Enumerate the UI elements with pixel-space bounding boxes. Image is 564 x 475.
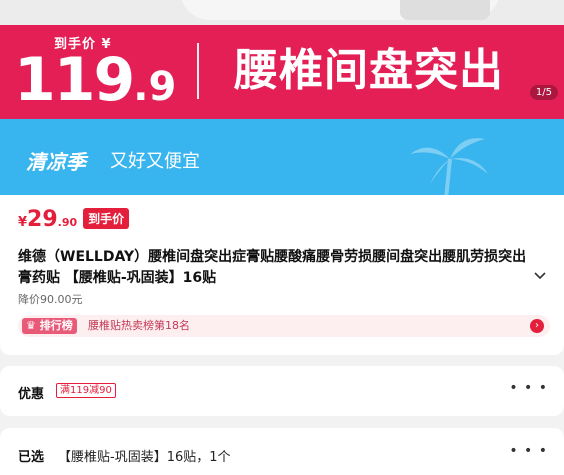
price-tag: 到手价 xyxy=(83,208,130,229)
hero-price: 119.9 xyxy=(14,49,176,118)
coupon-badge: 满119减90 xyxy=(56,383,116,398)
image-pager: 1/5 xyxy=(529,85,558,100)
price-currency: ¥ xyxy=(18,215,28,230)
product-image-top xyxy=(0,0,564,25)
trophy-icon: ♛ xyxy=(26,319,36,332)
more-icon[interactable]: • • • xyxy=(509,443,548,459)
chevron-right-icon[interactable]: › xyxy=(530,319,544,333)
selected-label: 已选 xyxy=(18,450,45,465)
product-image-hero[interactable]: 到手价 ¥ 119.9 腰椎间盘突出 1/5 xyxy=(0,25,564,119)
ranking-badge: ♛ 排行榜 xyxy=(22,318,77,334)
chevron-down-icon[interactable] xyxy=(534,269,546,284)
ranking-badge-label: 排行榜 xyxy=(39,319,73,332)
ranking-bar[interactable]: ♛ 排行榜 腰椎贴热卖榜第18名 › xyxy=(18,315,550,337)
price-decimal: .90 xyxy=(57,216,78,229)
price-integer: 29 xyxy=(27,207,58,232)
discount-label: 优惠 xyxy=(18,387,45,402)
product-info-card: ¥ 29 .90 到手价 维德（WELLDAY）腰椎间盘突出症膏贴腰酸痛腰骨劳损… xyxy=(0,195,564,355)
discount-row[interactable]: 优惠 满119减90 • • • xyxy=(0,366,564,416)
product-image-shape xyxy=(400,0,490,20)
product-title: 维德（WELLDAY）腰椎间盘突出症膏贴腰酸痛腰骨劳损腰间盘突出腰肌劳损突出膏药… xyxy=(18,249,527,286)
hero-price-main: 119 xyxy=(14,45,135,115)
palm-tree-icon xyxy=(410,138,488,195)
banner-season: 清凉季 xyxy=(26,150,86,174)
selected-row[interactable]: 已选 【腰椎贴-巩固装】16贴，1个 • • • xyxy=(0,428,564,475)
promo-banner[interactable]: 清凉季 又好又便宜 xyxy=(0,119,564,195)
hero-price-decimal: .9 xyxy=(133,64,177,110)
more-icon[interactable]: • • • xyxy=(509,380,548,396)
selected-value: 【腰椎贴-巩固装】16贴，1个 xyxy=(58,450,231,465)
price-drop-text: 降价90.00元 xyxy=(18,293,83,306)
product-price: ¥ 29 .90 到手价 xyxy=(18,207,130,232)
hero-title: 腰椎间盘突出 xyxy=(234,45,504,96)
ranking-text: 腰椎贴热卖榜第18名 xyxy=(88,319,190,332)
banner-slogan: 又好又便宜 xyxy=(110,151,200,172)
hero-divider xyxy=(197,43,199,99)
